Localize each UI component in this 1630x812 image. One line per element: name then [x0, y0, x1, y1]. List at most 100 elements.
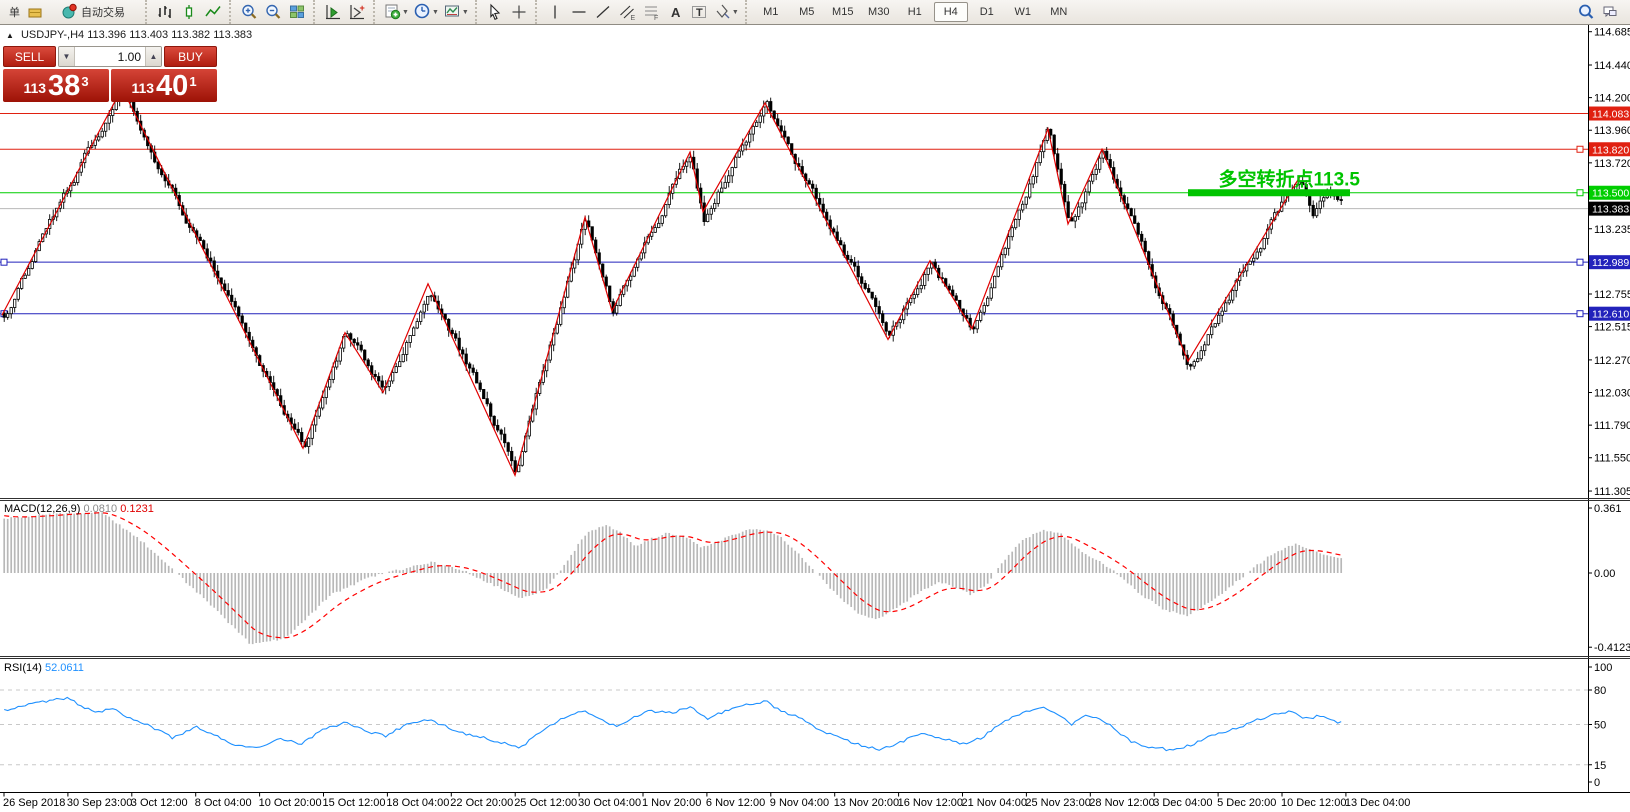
volume-input[interactable] [75, 47, 145, 66]
timeframe-M5[interactable]: M5 [790, 2, 824, 22]
svg-text:113.960: 113.960 [1594, 125, 1630, 137]
line-handle[interactable] [1, 259, 7, 265]
timeframe-W1[interactable]: W1 [1006, 2, 1040, 22]
svg-text:0: 0 [1594, 777, 1600, 789]
annotation-text: 多空转折点113.5 [1219, 168, 1361, 191]
sell-button[interactable]: SELL [3, 46, 56, 67]
svg-text:25 Nov 23:00: 25 Nov 23:00 [1025, 797, 1090, 809]
channel-icon[interactable]: E [616, 1, 638, 23]
svg-text:3 Oct 12:00: 3 Oct 12:00 [131, 797, 188, 809]
trend-line-icon[interactable] [592, 1, 614, 23]
svg-text:30 Oct 04:00: 30 Oct 04:00 [578, 797, 641, 809]
cursor-icon[interactable] [484, 1, 506, 23]
svg-text:112.989: 112.989 [1592, 257, 1629, 269]
toolbar-group-drawing: E F A T ▼ [535, 0, 745, 24]
svg-text:100: 100 [1594, 662, 1612, 674]
timeframe-MN[interactable]: MN [1042, 2, 1076, 22]
svg-text:112.610: 112.610 [1592, 309, 1629, 321]
label-tool-icon[interactable]: T [688, 1, 710, 23]
svg-text:F: F [654, 15, 658, 21]
metaeditor-icon[interactable] [24, 1, 46, 23]
svg-text:112.270: 112.270 [1594, 355, 1630, 367]
price-axis[interactable] [1589, 24, 1630, 793]
periods-clock-icon [413, 2, 431, 23]
templates-button[interactable]: ▼ [442, 1, 470, 23]
line-chart-icon[interactable] [202, 1, 224, 23]
toolbar-group-zoom [229, 0, 313, 24]
svg-text:-0.4123: -0.4123 [1594, 642, 1630, 654]
timeframe-M15[interactable]: M15 [826, 2, 860, 22]
svg-text:3 Dec 04:00: 3 Dec 04:00 [1153, 797, 1212, 809]
line-handle[interactable] [1577, 190, 1583, 196]
line-handle[interactable] [1577, 146, 1583, 152]
svg-text:21 Nov 04:00: 21 Nov 04:00 [962, 797, 1027, 809]
line-handle[interactable] [1577, 259, 1583, 265]
new-order-label[interactable]: 单 [9, 4, 20, 20]
svg-text:0.00: 0.00 [1594, 568, 1615, 580]
text-tool-icon[interactable]: A [664, 1, 686, 23]
crosshair-icon[interactable] [508, 1, 530, 23]
svg-text:80: 80 [1594, 685, 1606, 697]
svg-text:25 Oct 12:00: 25 Oct 12:00 [514, 797, 577, 809]
svg-text:111.790: 111.790 [1594, 420, 1630, 432]
periods-button[interactable]: ▼ [412, 1, 440, 23]
svg-text:13 Nov 20:00: 13 Nov 20:00 [834, 797, 899, 809]
volume-decrease-button[interactable]: ▼ [59, 47, 75, 66]
chat-icon[interactable] [1599, 1, 1621, 23]
timeframe-switcher: M1M5M15M30H1H4D1W1MN [745, 0, 1081, 24]
svg-text:112.515: 112.515 [1594, 322, 1630, 334]
timeframe-H4[interactable]: H4 [934, 2, 968, 22]
buy-button[interactable]: BUY [164, 46, 217, 67]
svg-text:111.550: 111.550 [1594, 453, 1630, 465]
svg-text:111.305: 111.305 [1594, 486, 1630, 498]
svg-text:15: 15 [1594, 760, 1606, 772]
svg-text:+: + [360, 3, 365, 13]
toolbar: 单 自动交易 + ▼ ▼ ▼ [0, 0, 1630, 25]
search-icon[interactable] [1575, 1, 1597, 23]
one-click-trading-panel: SELL ▼ ▲ BUY 113383 113401 [3, 46, 217, 102]
svg-text:112.755: 112.755 [1594, 289, 1630, 301]
svg-text:114.685: 114.685 [1594, 27, 1630, 39]
collapse-triangle-icon[interactable]: ▲ [6, 31, 14, 40]
line-handle[interactable] [1577, 311, 1583, 317]
svg-text:113.235: 113.235 [1594, 224, 1630, 236]
candle-chart-icon[interactable] [178, 1, 200, 23]
svg-text:13 Dec 04:00: 13 Dec 04:00 [1345, 797, 1410, 809]
shapes-button[interactable]: ▼ [712, 1, 740, 23]
bar-chart-icon[interactable] [154, 1, 176, 23]
timeframe-D1[interactable]: D1 [970, 2, 1004, 22]
zoom-in-icon[interactable] [238, 1, 260, 23]
chart-canvas[interactable]: 多空转折点113.5MACD(12,26,9) 0.0810 0.1231RSI… [0, 0, 1630, 812]
svg-text:28 Nov 12:00: 28 Nov 12:00 [1089, 797, 1154, 809]
timeframe-H1[interactable]: H1 [898, 2, 932, 22]
svg-text:1 Nov 20:00: 1 Nov 20:00 [642, 797, 701, 809]
templates-icon [443, 2, 461, 23]
auto-scroll-icon[interactable] [322, 1, 344, 23]
auto-trading-button[interactable]: 自动交易 [48, 1, 140, 23]
svg-text:10 Oct 20:00: 10 Oct 20:00 [259, 797, 322, 809]
svg-text:114.200: 114.200 [1594, 93, 1630, 105]
timeframe-M30[interactable]: M30 [862, 2, 896, 22]
svg-text:6 Nov 12:00: 6 Nov 12:00 [706, 797, 765, 809]
timeframe-M1[interactable]: M1 [754, 2, 788, 22]
horizontal-line-icon[interactable] [568, 1, 590, 23]
toolbar-right [1574, 1, 1630, 23]
svg-text:30 Sep 23:00: 30 Sep 23:00 [67, 797, 132, 809]
buy-price[interactable]: 113401 [111, 69, 217, 102]
svg-text:15 Oct 12:00: 15 Oct 12:00 [323, 797, 386, 809]
tile-windows-icon[interactable] [286, 1, 308, 23]
svg-text:113.500: 113.500 [1592, 188, 1629, 200]
chart-shift-icon[interactable]: + [346, 1, 368, 23]
volume-increase-button[interactable]: ▲ [145, 47, 161, 66]
svg-text:114.440: 114.440 [1594, 60, 1630, 72]
sell-price[interactable]: 113383 [3, 69, 109, 102]
fibonacci-icon[interactable]: F [640, 1, 662, 23]
svg-text:112.030: 112.030 [1594, 388, 1630, 400]
zoom-out-icon[interactable] [262, 1, 284, 23]
svg-text:114.083: 114.083 [1592, 109, 1629, 121]
new-chart-button[interactable]: ▼ [382, 1, 410, 23]
svg-text:8 Oct 04:00: 8 Oct 04:00 [195, 797, 252, 809]
svg-text:10 Dec 12:00: 10 Dec 12:00 [1281, 797, 1346, 809]
vertical-line-icon[interactable] [544, 1, 566, 23]
mt4-window: 多空转折点113.5MACD(12,26,9) 0.0810 0.1231RSI… [0, 0, 1630, 812]
